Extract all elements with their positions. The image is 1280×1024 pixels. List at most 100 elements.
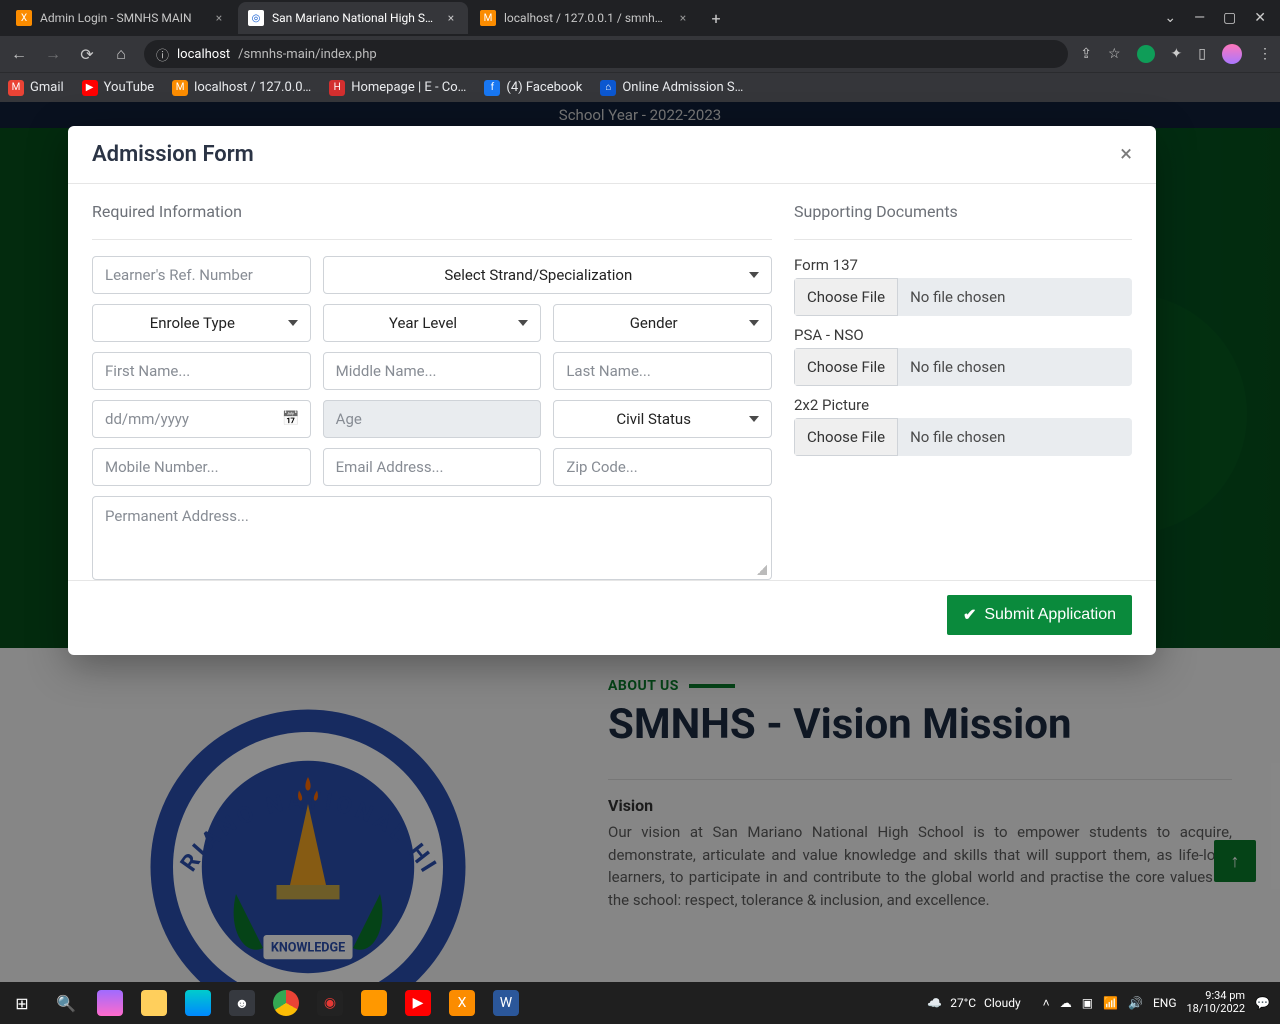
tab-title: Admin Login - SMNHS MAIN [40, 11, 204, 25]
choose-file-button[interactable]: Choose File [794, 418, 898, 456]
choose-file-button[interactable]: Choose File [794, 278, 898, 316]
file-status: No file chosen [898, 278, 1132, 316]
onedrive-icon[interactable]: ☁ [1060, 996, 1072, 1010]
bookmark-label: localhost / 127.0.0… [194, 80, 311, 95]
favicon-icon: ◎ [248, 10, 264, 26]
supporting-docs-column: Supporting Documents Form 137 Choose Fil… [794, 202, 1132, 580]
share-icon[interactable]: ⇪ [1080, 46, 1092, 62]
gender-select[interactable]: Gender [553, 304, 772, 342]
bookmark-youtube[interactable]: ▶YouTube [82, 80, 155, 96]
language-indicator[interactable]: ENG [1153, 996, 1177, 1010]
extensions-puzzle-icon[interactable]: ✦ [1171, 46, 1183, 62]
submit-label: Submit Application [984, 606, 1116, 624]
gmail-icon: M [8, 80, 24, 96]
tray-app-icon[interactable]: ▣ [1082, 996, 1093, 1010]
tray-chevron-icon[interactable]: ˄ [1043, 996, 1050, 1010]
search-button[interactable]: 🔍 [44, 982, 88, 1024]
middle-name-input[interactable]: Middle Name... [323, 352, 542, 390]
close-icon[interactable]: × [1120, 142, 1132, 167]
extension-icon[interactable] [1137, 45, 1155, 63]
taskbar-app-messenger[interactable] [88, 982, 132, 1024]
wifi-icon[interactable]: 📶 [1103, 996, 1118, 1010]
bookmark-online-admission[interactable]: ⌂Online Admission S… [600, 80, 743, 96]
taskbar-app-discord[interactable]: ☻ [220, 982, 264, 1024]
taskbar-app-chrome[interactable] [264, 982, 308, 1024]
picture-file-input[interactable]: Choose File No file chosen [794, 418, 1132, 456]
toolbar: ← → ⟳ ⌂ ⓘ localhost/smnhs-main/index.php… [0, 36, 1280, 72]
forward-icon[interactable]: → [42, 44, 64, 64]
mobile-input[interactable]: Mobile Number... [92, 448, 311, 486]
tab-1[interactable]: ◎ San Mariano National High Scho… × [238, 2, 468, 34]
volume-icon[interactable]: 🔊 [1128, 996, 1143, 1010]
clock-date: 18/10/2022 [1187, 1003, 1246, 1016]
address-bar[interactable]: ⓘ localhost/smnhs-main/index.php [144, 40, 1068, 68]
home-icon[interactable]: ⌂ [110, 44, 132, 64]
close-window-icon[interactable]: ✕ [1254, 10, 1266, 26]
email-input[interactable]: Email Address... [323, 448, 542, 486]
kebab-menu-icon[interactable]: ⋮ [1258, 46, 1272, 62]
address-textarea[interactable]: Permanent Address... [92, 496, 772, 580]
bookmark-facebook[interactable]: f(4) Facebook [484, 80, 582, 96]
taskbar-app-youtube[interactable]: ▶ [396, 982, 440, 1024]
taskbar-app-word[interactable]: W [484, 982, 528, 1024]
zip-input[interactable]: Zip Code... [553, 448, 772, 486]
bookmark-homepage[interactable]: HHomepage | E - Co… [329, 80, 466, 96]
age-input: Age [323, 400, 542, 438]
clock[interactable]: 9:34 pm 18/10/2022 [1187, 990, 1246, 1015]
enrolee-type-select[interactable]: Enrolee Type [92, 304, 311, 342]
tab-close-icon[interactable]: × [676, 11, 690, 25]
bookmark-gmail[interactable]: MGmail [8, 80, 64, 96]
url-host: localhost [177, 47, 230, 62]
tab-0[interactable]: X Admin Login - SMNHS MAIN × [6, 2, 236, 34]
last-name-input[interactable]: Last Name... [553, 352, 772, 390]
facebook-icon: f [484, 80, 500, 96]
taskbar-app-sublime[interactable] [352, 982, 396, 1024]
tab-strip: X Admin Login - SMNHS MAIN × ◎ San Maria… [0, 0, 1280, 36]
new-tab-button[interactable]: + [702, 9, 730, 28]
psa-file-input[interactable]: Choose File No file chosen [794, 348, 1132, 386]
weather-widget[interactable]: ☁️ 27°C Cloudy [915, 996, 1032, 1010]
civil-status-select[interactable]: Civil Status [553, 400, 772, 438]
favicon-icon: X [16, 10, 32, 26]
edge-icon [185, 990, 211, 1016]
modal-header: Admission Form × [68, 126, 1156, 183]
windows-icon: ⊞ [15, 994, 28, 1013]
submit-button[interactable]: ✔ Submit Application [947, 595, 1132, 635]
maximize-icon[interactable]: ▢ [1223, 10, 1236, 26]
divider [794, 239, 1132, 240]
start-button[interactable]: ⊞ [0, 982, 44, 1024]
learner-ref-input[interactable]: Learner's Ref. Number [92, 256, 311, 294]
dob-input[interactable]: dd/mm/yyyy [92, 400, 311, 438]
localhost-icon: M [172, 80, 188, 96]
taskbar-app-xampp[interactable]: X [440, 982, 484, 1024]
taskbar-app-recorder[interactable]: ◉ [308, 982, 352, 1024]
bookmarks-bar: MGmail ▶YouTube Mlocalhost / 127.0.0… HH… [0, 72, 1280, 102]
dropdown-icon[interactable]: ⌄ [1164, 10, 1176, 26]
first-name-input[interactable]: First Name... [92, 352, 311, 390]
bookmark-star-icon[interactable]: ☆ [1108, 46, 1121, 62]
taskbar-app-explorer[interactable] [132, 982, 176, 1024]
form137-file-input[interactable]: Choose File No file chosen [794, 278, 1132, 316]
xampp-icon: X [449, 990, 475, 1016]
minimize-icon[interactable]: — [1194, 10, 1205, 26]
choose-file-button[interactable]: Choose File [794, 348, 898, 386]
back-icon[interactable]: ← [8, 44, 30, 64]
record-icon: ◉ [317, 990, 343, 1016]
tab-close-icon[interactable]: × [444, 11, 458, 25]
strand-select[interactable]: Select Strand/Specialization [323, 256, 772, 294]
section-label: Supporting Documents [794, 202, 1132, 221]
word-icon: W [493, 990, 519, 1016]
tab-2[interactable]: M localhost / 127.0.0.1 / smnhs_ma… × [470, 2, 700, 34]
site-info-icon[interactable]: ⓘ [156, 45, 169, 64]
notifications-icon[interactable]: 💬 [1255, 996, 1270, 1010]
tab-close-icon[interactable]: × [212, 11, 226, 25]
year-level-select[interactable]: Year Level [323, 304, 542, 342]
profile-avatar-icon[interactable] [1222, 44, 1242, 64]
panel-icon[interactable]: ▯ [1198, 46, 1206, 62]
reload-icon[interactable]: ⟳ [76, 45, 98, 64]
taskbar-app-edge[interactable] [176, 982, 220, 1024]
sublime-icon [361, 990, 387, 1016]
file-status: No file chosen [898, 418, 1132, 456]
browser-chrome: X Admin Login - SMNHS MAIN × ◎ San Maria… [0, 0, 1280, 102]
bookmark-localhost[interactable]: Mlocalhost / 127.0.0… [172, 80, 311, 96]
